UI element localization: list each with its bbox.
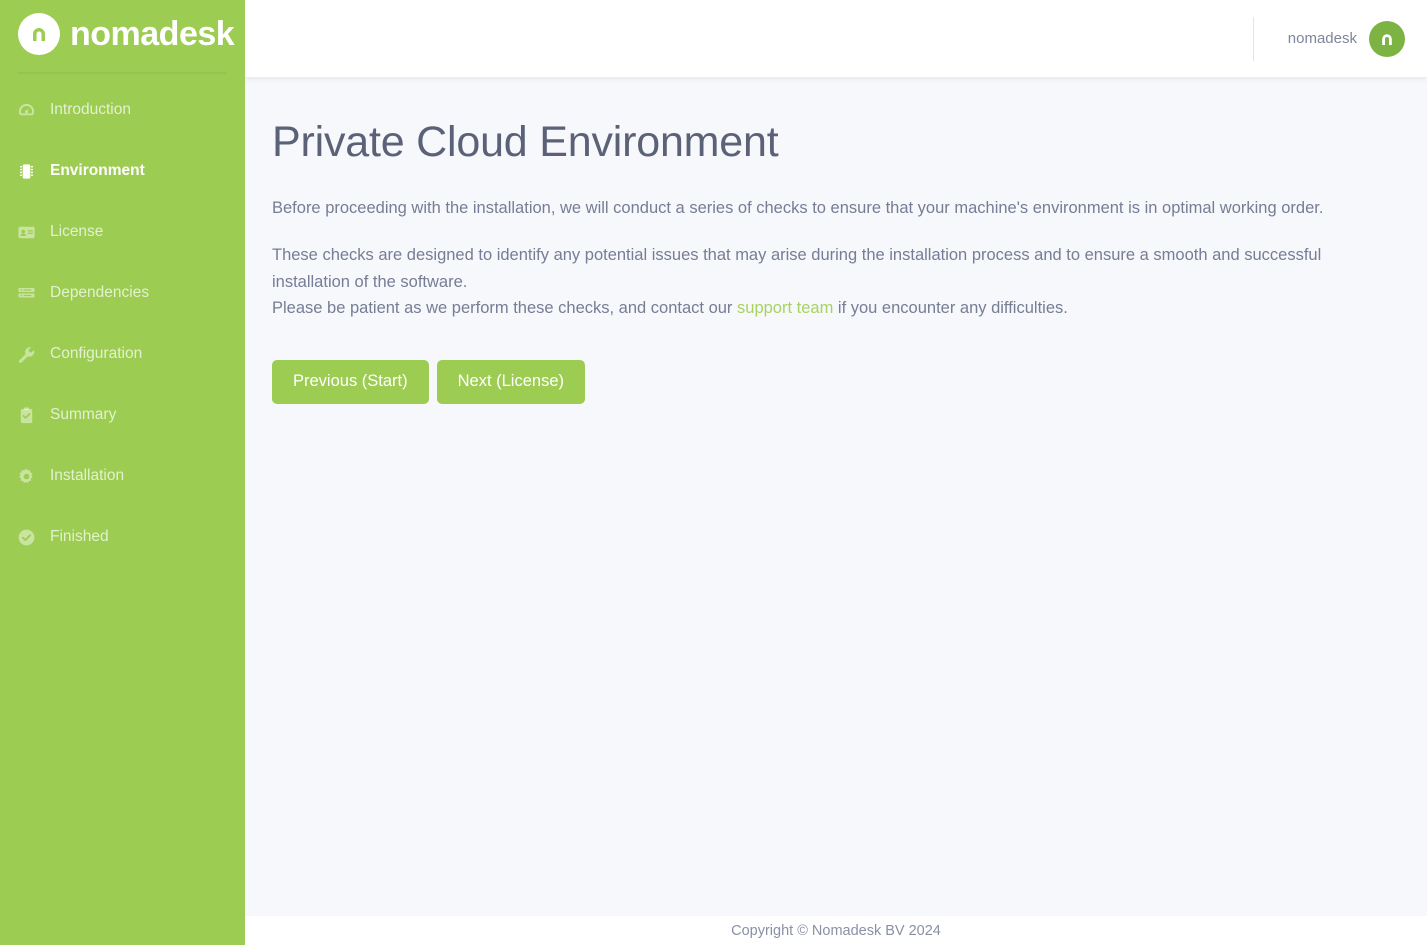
wizard-button-row: Previous (Start) Next (License) xyxy=(272,360,1393,404)
sidebar-divider xyxy=(18,72,227,74)
footer: Copyright © Nomadesk BV 2024 xyxy=(245,916,1427,945)
sidebar-item-introduction[interactable]: Introduction xyxy=(0,90,245,130)
sidebar-item-label: Configuration xyxy=(50,345,143,362)
sidebar-item-label: Installation xyxy=(50,467,125,484)
clipboard-check-icon xyxy=(16,405,36,425)
sidebar-brand: nomadesk xyxy=(0,0,245,68)
sidebar-item-label: Environment xyxy=(50,162,145,179)
sidebar-item-label: Finished xyxy=(50,528,109,545)
next-button[interactable]: Next (License) xyxy=(436,360,585,404)
wrench-icon xyxy=(16,344,36,364)
sidebar-item-label: Introduction xyxy=(50,101,131,118)
patience-text-before-link: Please be patient as we perform these ch… xyxy=(272,299,738,318)
main-column: nomadesk Private Cloud Environment Befor… xyxy=(245,0,1427,945)
check-circle-icon xyxy=(16,527,36,547)
sidebar-item-label: Dependencies xyxy=(50,284,150,301)
support-team-link[interactable]: support team xyxy=(737,299,833,317)
nomadesk-arch-logo-icon xyxy=(18,13,60,55)
patience-text-after-link: if you encounter any difficulties. xyxy=(833,299,1068,318)
sidebar-item-label: License xyxy=(50,223,104,240)
content-panel: Private Cloud Environment Before proceed… xyxy=(245,77,1427,916)
sidebar-nav: Introduction Environment License Depende… xyxy=(0,74,245,557)
sidebar-item-installation[interactable]: Installation xyxy=(0,456,245,496)
topbar-separator xyxy=(1252,16,1254,61)
nomadesk-circle-logo-icon[interactable] xyxy=(1369,20,1405,57)
installer-window: nomadesk Introduction Environment Licens… xyxy=(0,0,1427,945)
sidebar-item-environment[interactable]: Environment xyxy=(0,151,245,191)
memory-chip-icon xyxy=(16,161,36,181)
topbar-account-label: nomadesk xyxy=(1287,30,1357,47)
sidebar-item-dependencies[interactable]: Dependencies xyxy=(0,273,245,313)
gear-icon xyxy=(16,466,36,486)
topbar: nomadesk xyxy=(245,0,1427,77)
sidebar-item-summary[interactable]: Summary xyxy=(0,395,245,435)
sidebar-brand-label: nomadesk xyxy=(70,15,235,53)
sidebar-item-configuration[interactable]: Configuration xyxy=(0,334,245,374)
page-title: Private Cloud Environment xyxy=(272,118,779,166)
intro-paragraph: Before proceeding with the installation,… xyxy=(272,199,1324,218)
server-stack-icon xyxy=(16,283,36,303)
sidebar-item-label: Summary xyxy=(50,406,117,423)
copyright-text: Copyright © Nomadesk BV 2024 xyxy=(731,922,941,939)
sidebar-item-license[interactable]: License xyxy=(0,212,245,252)
dashboard-gauge-icon xyxy=(16,100,36,120)
id-card-icon xyxy=(16,222,36,242)
sidebar-item-finished[interactable]: Finished xyxy=(0,517,245,557)
previous-button[interactable]: Previous (Start) xyxy=(272,360,429,404)
sidebar: nomadesk Introduction Environment Licens… xyxy=(0,0,245,945)
checks-description-paragraph: These checks are designed to identify an… xyxy=(272,245,1322,291)
patience-paragraph: Please be patient as we perform these ch… xyxy=(272,295,1393,322)
